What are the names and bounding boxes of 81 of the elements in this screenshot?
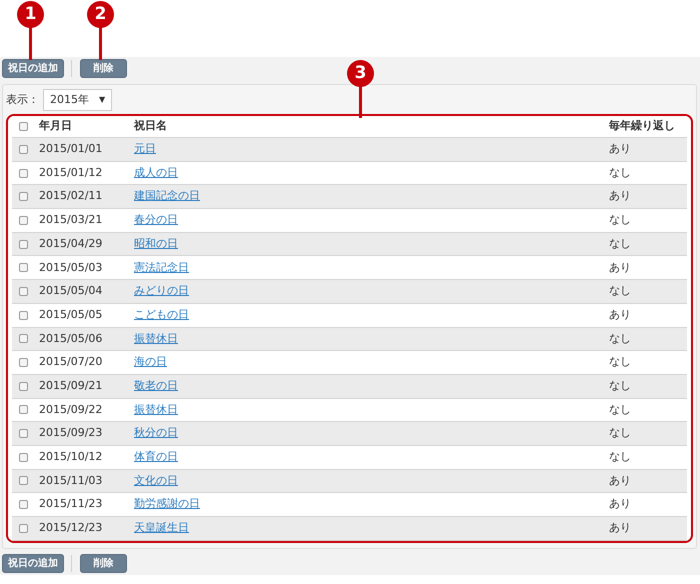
delete-button[interactable]: 削除 bbox=[80, 59, 127, 78]
repeat-text: なし bbox=[609, 236, 631, 250]
date-text: 2015/01/12 bbox=[39, 166, 102, 179]
row-checkbox[interactable] bbox=[19, 216, 28, 225]
row-checkbox[interactable] bbox=[19, 382, 28, 391]
caret-icon: ▼ bbox=[99, 94, 106, 106]
callout-badge: 1 bbox=[17, 1, 44, 28]
repeat-text: あり bbox=[609, 260, 631, 274]
repeat-text: なし bbox=[609, 402, 631, 416]
row-checkbox[interactable] bbox=[19, 144, 28, 154]
row-checkbox[interactable] bbox=[19, 429, 28, 438]
holiday-link[interactable]: 建国記念の日 bbox=[134, 189, 200, 202]
row-checkbox[interactable] bbox=[19, 358, 28, 368]
date-text: 2015/09/23 bbox=[39, 426, 102, 440]
date-text: 2015/05/05 bbox=[39, 308, 102, 321]
repeat-text: なし bbox=[609, 213, 631, 226]
date-text: 2015/03/21 bbox=[39, 213, 102, 226]
repeat-text: なし bbox=[609, 378, 631, 392]
holiday-link[interactable]: 勤労感謝の日 bbox=[134, 497, 200, 510]
repeat-text: なし bbox=[609, 284, 631, 298]
repeat-text: なし bbox=[609, 166, 631, 179]
holiday-link[interactable]: 海の日 bbox=[134, 355, 167, 368]
delete-button[interactable]: 削除 bbox=[80, 554, 127, 574]
repeat-text: あり bbox=[609, 521, 631, 534]
repeat-text: あり bbox=[609, 497, 631, 510]
holiday-link[interactable]: 元日 bbox=[134, 142, 156, 156]
holiday-link[interactable]: こどもの日 bbox=[134, 308, 189, 321]
date-text: 2015/11/03 bbox=[39, 474, 102, 487]
date-text: 2015/09/21 bbox=[39, 378, 102, 392]
column-header: 祝日名 bbox=[134, 119, 167, 132]
row-checkbox[interactable] bbox=[19, 500, 28, 510]
holiday-link[interactable]: 天皇誕生日 bbox=[134, 521, 189, 534]
date-text: 2015/07/20 bbox=[39, 355, 102, 368]
date-text: 2015/09/22 bbox=[39, 402, 102, 416]
row-checkbox[interactable] bbox=[19, 240, 28, 249]
callout-badge: 2 bbox=[87, 1, 114, 28]
holiday-link[interactable]: 秋分の日 bbox=[134, 426, 178, 440]
row-checkbox[interactable] bbox=[19, 286, 28, 296]
repeat-text: あり bbox=[609, 474, 631, 487]
holiday-link[interactable]: 成人の日 bbox=[134, 166, 178, 179]
date-text: 2015/05/04 bbox=[39, 284, 102, 298]
row-checkbox[interactable] bbox=[19, 310, 28, 320]
date-text: 2015/02/11 bbox=[39, 189, 102, 202]
date-text: 2015/10/12 bbox=[39, 450, 102, 464]
row-checkbox[interactable] bbox=[19, 192, 28, 202]
add-holiday-button[interactable]: 祝日の追加 bbox=[2, 554, 64, 574]
date-text: 2015/01/01 bbox=[39, 142, 102, 156]
repeat-text: あり bbox=[609, 142, 631, 156]
column-header: 毎年繰り返し bbox=[609, 119, 675, 132]
row-checkbox[interactable] bbox=[19, 452, 28, 462]
year-dropdown[interactable]: 2015年 ▼ bbox=[43, 89, 112, 111]
repeat-text: なし bbox=[609, 355, 631, 368]
filter-label: 表示： bbox=[6, 92, 39, 108]
holiday-link[interactable]: 体育の日 bbox=[134, 450, 178, 464]
holiday-link[interactable]: 振替休日 bbox=[134, 402, 178, 416]
add-holiday-button[interactable]: 祝日の追加 bbox=[2, 59, 64, 78]
holiday-link[interactable]: 春分の日 bbox=[134, 213, 178, 226]
row-checkbox[interactable] bbox=[19, 524, 28, 533]
date-text: 2015/05/03 bbox=[39, 260, 102, 274]
repeat-text: なし bbox=[609, 450, 631, 464]
holiday-link[interactable]: 文化の日 bbox=[134, 474, 178, 487]
repeat-text: あり bbox=[609, 189, 631, 202]
row-checkbox[interactable] bbox=[19, 168, 28, 178]
row-checkbox[interactable] bbox=[19, 405, 28, 414]
date-text: 2015/12/23 bbox=[39, 521, 102, 534]
select-all-checkbox[interactable] bbox=[19, 122, 28, 131]
date-text: 2015/04/29 bbox=[39, 236, 102, 250]
repeat-text: あり bbox=[609, 308, 631, 321]
holiday-link[interactable]: 敬老の日 bbox=[134, 378, 178, 392]
row-checkbox[interactable] bbox=[19, 334, 28, 344]
holiday-link[interactable]: 振替休日 bbox=[134, 332, 178, 345]
date-text: 2015/05/06 bbox=[39, 332, 102, 345]
row-checkbox[interactable] bbox=[19, 263, 28, 272]
column-header: 年月日 bbox=[39, 119, 72, 132]
holiday-link[interactable]: 昭和の日 bbox=[134, 236, 178, 250]
date-text: 2015/11/23 bbox=[39, 497, 102, 510]
holiday-link[interactable]: みどりの日 bbox=[134, 284, 189, 298]
holiday-link[interactable]: 憲法記念日 bbox=[134, 260, 189, 274]
repeat-text: なし bbox=[609, 426, 631, 440]
row-checkbox[interactable] bbox=[19, 476, 28, 486]
repeat-text: なし bbox=[609, 332, 631, 345]
